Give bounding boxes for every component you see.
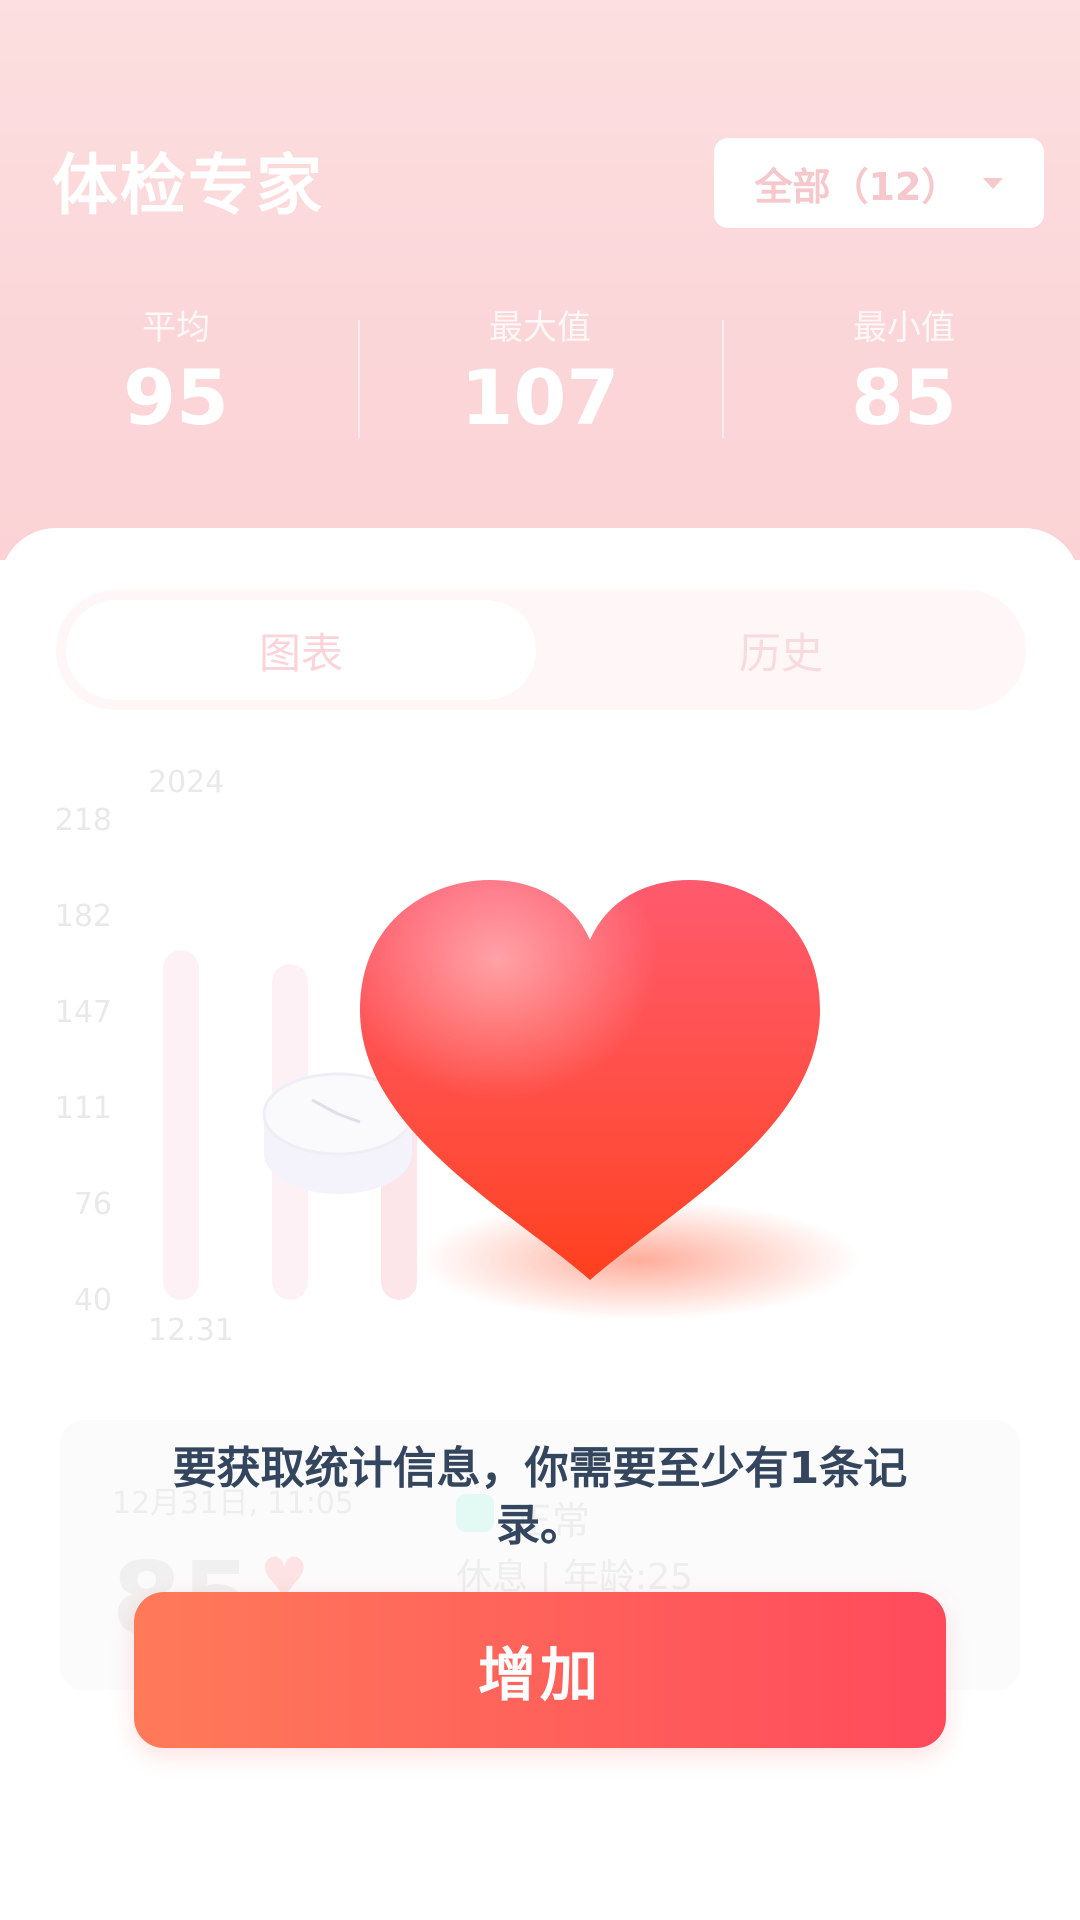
add-record-button[interactable]: 增加	[134, 1592, 946, 1748]
stat-label: 最小值	[853, 308, 955, 348]
filter-dropdown[interactable]: 全部（12）	[714, 138, 1044, 228]
stat-label: 最大值	[489, 308, 591, 348]
stat-value: 95	[123, 353, 229, 442]
stat-min: 最小值 85	[754, 300, 1054, 442]
chart-bar	[163, 950, 199, 1300]
stat-divider	[722, 320, 724, 438]
heart-illustration	[340, 860, 900, 1340]
stat-divider	[358, 320, 360, 438]
y-tick-label: 218	[55, 803, 112, 838]
chart-x-label: 12.31	[148, 1313, 234, 1348]
stats-row: 平均 95 最大值 107 最小值 85	[0, 300, 1080, 450]
header-background	[0, 0, 1080, 560]
stat-label: 平均	[142, 308, 210, 348]
chart-year-label: 2024	[148, 765, 224, 800]
y-tick-label: 147	[55, 995, 112, 1030]
caret-down-icon	[983, 177, 1004, 189]
y-tick-label: 111	[55, 1091, 112, 1126]
app-title: 体检专家	[52, 147, 324, 224]
tab-history[interactable]: 历史	[546, 600, 1016, 700]
tab-switcher: 图表 历史	[56, 590, 1026, 710]
empty-state-message: 要获取统计信息，你需要至少有1条记录。	[172, 1443, 908, 1552]
stat-average: 平均 95	[26, 300, 326, 442]
filter-label: 全部（12）	[754, 164, 960, 209]
y-tick-label: 76	[74, 1187, 112, 1222]
y-tick-label: 40	[74, 1283, 112, 1318]
stat-value: 107	[460, 353, 620, 442]
stat-max: 最大值 107	[390, 300, 690, 442]
stat-value: 85	[851, 353, 957, 442]
y-tick-label: 182	[55, 899, 112, 934]
tab-chart[interactable]: 图表	[66, 600, 536, 700]
